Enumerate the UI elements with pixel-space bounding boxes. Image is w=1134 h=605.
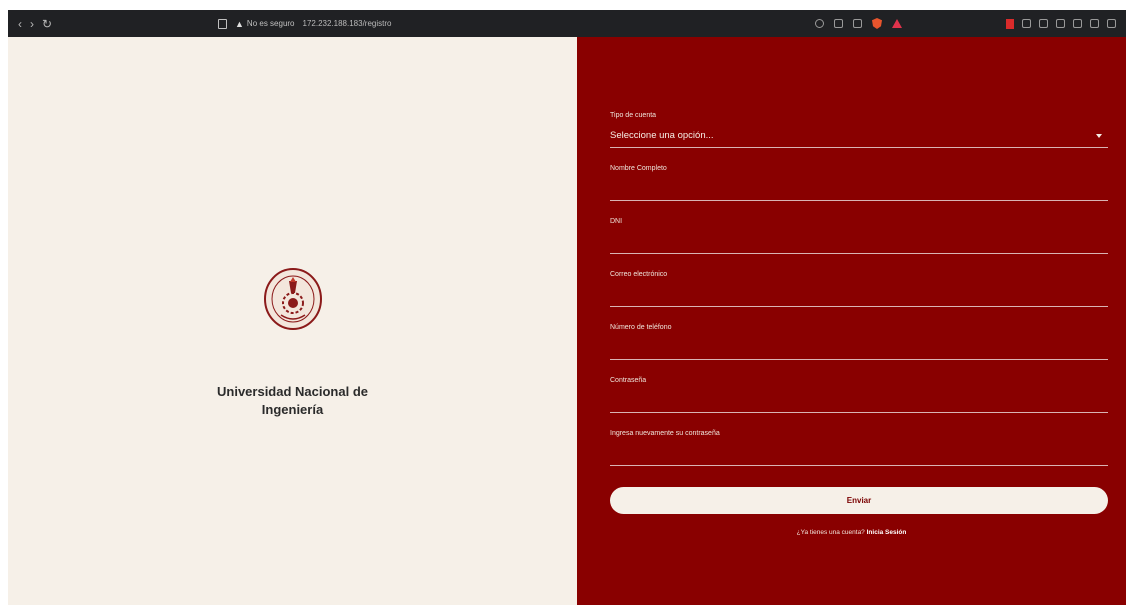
zoom-icon[interactable] bbox=[815, 19, 824, 28]
field-underline bbox=[610, 359, 1108, 360]
email-label: Correo electrónico bbox=[610, 271, 668, 278]
full-name-label: Nombre Completo bbox=[610, 165, 667, 172]
browser-toolbar: ‹ › ↻ ▲ No es seguro 172.232.188.183/reg… bbox=[8, 10, 1126, 37]
dni-label: DNI bbox=[610, 218, 623, 225]
field-underline bbox=[610, 306, 1108, 307]
university-name-line2: Ingeniería bbox=[261, 402, 324, 417]
phone-field[interactable]: Número de teléfono bbox=[610, 324, 1108, 360]
address-tools bbox=[815, 18, 985, 29]
field-underline bbox=[610, 147, 1108, 148]
security-status: No es seguro bbox=[246, 19, 295, 28]
submit-button[interactable]: Enviar bbox=[610, 487, 1108, 514]
media-icon[interactable] bbox=[1056, 19, 1065, 28]
brand-panel: Universidad Nacional de Ingeniería bbox=[8, 37, 577, 605]
password-label: Contraseña bbox=[610, 377, 647, 384]
phone-label: Número de teléfono bbox=[610, 324, 672, 331]
registration-form: Tipo de cuenta Seleccione una opción... … bbox=[577, 37, 1126, 605]
login-prompt: ¿Ya tienes una cuenta? Inicia Sesión bbox=[577, 529, 1126, 536]
field-underline bbox=[610, 465, 1108, 466]
account-type-value[interactable]: Seleccione una opción... bbox=[610, 130, 714, 141]
settings-icon[interactable] bbox=[1107, 19, 1116, 28]
address-bar[interactable]: ▲ No es seguro 172.232.188.183/registro bbox=[235, 19, 795, 29]
back-icon[interactable]: ‹ bbox=[18, 18, 22, 30]
forward-icon[interactable]: › bbox=[30, 18, 34, 30]
brave-shield-icon[interactable] bbox=[872, 18, 882, 29]
email-field[interactable]: Correo electrónico bbox=[610, 271, 1108, 307]
bookmark-icon[interactable] bbox=[218, 18, 227, 29]
reload-icon[interactable]: ↻ bbox=[42, 18, 52, 30]
university-name: Universidad Nacional de Ingeniería bbox=[8, 383, 577, 419]
url-text[interactable]: 172.232.188.183/registro bbox=[303, 19, 392, 28]
share-icon[interactable] bbox=[853, 19, 862, 28]
login-prompt-text: ¿Ya tienes una cuenta? bbox=[796, 529, 865, 536]
full-name-field[interactable]: Nombre Completo bbox=[610, 165, 1108, 201]
field-underline bbox=[610, 200, 1108, 201]
browser-extensions bbox=[1006, 18, 1126, 29]
nav-controls: ‹ › ↻ bbox=[8, 18, 218, 30]
chevron-down-icon[interactable] bbox=[1096, 134, 1102, 138]
password-field[interactable]: Contraseña bbox=[610, 377, 1108, 413]
field-underline bbox=[610, 412, 1108, 413]
field-underline bbox=[610, 253, 1108, 254]
account-type-label: Tipo de cuenta bbox=[610, 112, 657, 119]
university-seal-icon bbox=[264, 268, 322, 330]
dni-field[interactable]: DNI bbox=[610, 218, 1108, 254]
warning-icon: ▲ bbox=[235, 18, 244, 29]
key-icon[interactable] bbox=[834, 19, 843, 28]
tab-icon[interactable] bbox=[1022, 19, 1031, 28]
rewards-icon[interactable] bbox=[892, 19, 902, 28]
confirm-password-label: Ingresa nuevamente su contraseña bbox=[610, 430, 720, 437]
sidebar-icon[interactable] bbox=[1073, 19, 1082, 28]
extension-icon[interactable] bbox=[1006, 18, 1014, 29]
window-icon[interactable] bbox=[1090, 19, 1099, 28]
screenshot-icon[interactable] bbox=[1039, 19, 1048, 28]
university-name-line1: Universidad Nacional de bbox=[217, 384, 368, 399]
account-type-select[interactable]: Tipo de cuenta Seleccione una opción... bbox=[610, 112, 1108, 148]
login-link[interactable]: Inicia Sesión bbox=[867, 529, 907, 536]
confirm-password-field[interactable]: Ingresa nuevamente su contraseña bbox=[610, 430, 1108, 466]
